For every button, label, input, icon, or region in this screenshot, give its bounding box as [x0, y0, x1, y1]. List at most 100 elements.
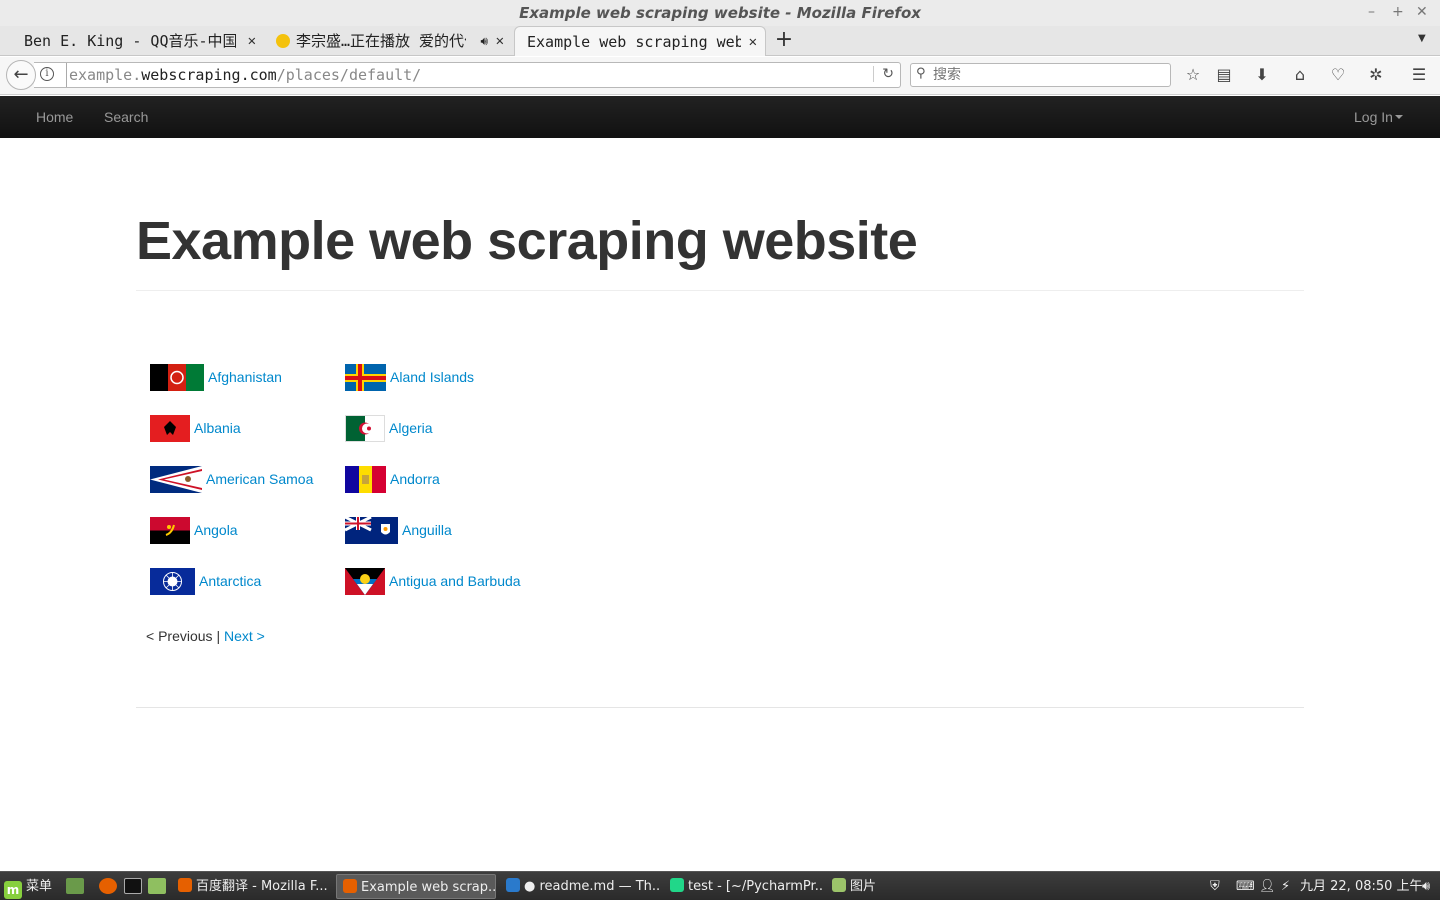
- tab-playing[interactable]: 李宗盛…正在播放 爱的代价 🔊︎ ✕: [264, 26, 512, 56]
- files-launcher-icon[interactable]: [148, 878, 166, 894]
- vscode-icon: [506, 878, 520, 892]
- tab-label: Ben E. King - QQ音乐-中国: [24, 32, 236, 50]
- address-bar[interactable]: i example.webscraping.com/places/default…: [34, 62, 901, 88]
- country-link[interactable]: Angola: [194, 522, 238, 538]
- task-label: 图片: [850, 879, 877, 894]
- start-menu-button[interactable]: m 菜单: [4, 872, 52, 901]
- country-link[interactable]: Anguilla: [402, 522, 452, 538]
- task-pictures-folder[interactable]: 图片: [826, 874, 986, 899]
- mint-logo-icon: m: [4, 881, 22, 899]
- home-icon[interactable]: ⌂: [1289, 65, 1311, 84]
- task-label: 百度翻译 - Mozilla F...: [196, 879, 328, 894]
- task-label: ● readme.md — Th...: [524, 879, 660, 894]
- extension-icon[interactable]: ✲: [1365, 65, 1387, 84]
- url-text[interactable]: example.webscraping.com/places/default/: [66, 63, 421, 87]
- country-link[interactable]: Albania: [194, 420, 241, 436]
- tab-qq-music[interactable]: Ben E. King - QQ音乐-中国 ✕: [12, 26, 264, 56]
- maximize-icon[interactable]: +: [1392, 4, 1404, 20]
- flag-afghanistan-icon[interactable]: [150, 363, 204, 391]
- firefox-icon: [343, 879, 357, 893]
- start-menu-label: 菜单: [26, 879, 53, 894]
- volume-icon[interactable]: 🔊︎: [1422, 872, 1430, 901]
- country-link[interactable]: Antarctica: [199, 573, 261, 589]
- nav-search-link[interactable]: Search: [104, 96, 148, 138]
- country-item-american-samoa: American Samoa: [150, 465, 313, 493]
- close-tab-icon[interactable]: ✕: [248, 26, 256, 56]
- terminal-launcher-icon[interactable]: [124, 878, 142, 894]
- next-page-link[interactable]: Next >: [224, 628, 265, 644]
- tab-list-dropdown-icon[interactable]: ▼: [1418, 33, 1426, 44]
- pager-separator: |: [216, 628, 221, 644]
- task-example-website[interactable]: Example web scrap...: [336, 874, 496, 899]
- task-vscode-readme[interactable]: ● readme.md — Th...: [500, 874, 660, 899]
- task-baidu-translate[interactable]: 百度翻译 - Mozilla F...: [172, 874, 332, 899]
- task-pycharm[interactable]: test - [~/PycharmPr...: [664, 874, 824, 899]
- bookmark-star-icon[interactable]: ☆: [1182, 65, 1204, 84]
- country-link[interactable]: Algeria: [389, 420, 433, 436]
- pagination: < Previous | Next >: [146, 628, 265, 644]
- show-desktop-icon[interactable]: [66, 878, 84, 894]
- country-item-antigua-and-barbuda: Antigua and Barbuda: [345, 567, 521, 595]
- nav-home-link[interactable]: Home: [36, 96, 73, 138]
- network-icon[interactable]: ⚡︎: [1281, 872, 1290, 901]
- login-label: Log In: [1354, 109, 1393, 125]
- country-item-albania: Albania: [150, 414, 241, 442]
- tab-example-site[interactable]: Example web scraping website ✕: [514, 26, 766, 56]
- country-item-algeria: Algeria: [345, 414, 433, 442]
- close-tab-icon[interactable]: ✕: [496, 26, 504, 56]
- pycharm-icon: [670, 878, 684, 892]
- country-link[interactable]: Afghanistan: [208, 369, 282, 385]
- flag-american-samoa-icon[interactable]: [150, 465, 202, 493]
- close-window-icon[interactable]: ✕: [1416, 4, 1428, 20]
- country-link[interactable]: Antigua and Barbuda: [389, 573, 521, 589]
- country-link[interactable]: American Samoa: [206, 471, 313, 487]
- flag-aland-islands-icon[interactable]: [345, 363, 386, 391]
- search-box[interactable]: ⚲: [910, 63, 1171, 87]
- new-tab-button[interactable]: +: [774, 26, 794, 56]
- previous-page-label: < Previous: [146, 628, 213, 644]
- flag-albania-icon[interactable]: [150, 414, 190, 442]
- tab-strip: Ben E. King - QQ音乐-中国 ✕ 李宗盛…正在播放 爱的代价 🔊︎…: [0, 26, 1440, 56]
- bookmarks-list-icon[interactable]: ▤: [1213, 65, 1235, 84]
- minimize-icon[interactable]: –: [1368, 4, 1375, 20]
- flag-antarctica-icon[interactable]: [150, 567, 195, 595]
- country-item-aland-islands: Aland Islands: [345, 363, 474, 391]
- flag-andorra-icon[interactable]: [345, 465, 386, 493]
- country-link[interactable]: Aland Islands: [390, 369, 474, 385]
- user-icon[interactable]: 👤︎: [1259, 872, 1276, 901]
- back-button[interactable]: ←: [6, 60, 36, 90]
- search-icon: ⚲: [916, 66, 926, 81]
- pocket-icon[interactable]: ♡: [1327, 65, 1349, 84]
- login-dropdown[interactable]: Log In: [1354, 96, 1403, 138]
- url-domain: webscraping.com: [141, 66, 277, 84]
- downloads-icon[interactable]: ⬇: [1251, 65, 1273, 84]
- hamburger-menu-icon[interactable]: ☰: [1408, 65, 1430, 84]
- flag-angola-icon[interactable]: [150, 516, 190, 544]
- flag-antigua-and-barbuda-icon[interactable]: [345, 567, 385, 595]
- firefox-launcher-icon[interactable]: [99, 878, 117, 894]
- window-titlebar: Example web scraping website - Mozilla F…: [0, 0, 1440, 26]
- tab-label: 李宗盛…正在播放 爱的代价: [296, 32, 466, 50]
- reload-icon[interactable]: ↻: [873, 66, 894, 82]
- country-link[interactable]: Andorra: [390, 471, 440, 487]
- keyboard-icon[interactable]: ⌨: [1236, 872, 1255, 901]
- page-title: Example web scraping website: [136, 211, 918, 271]
- url-path: /places/default/: [276, 66, 422, 84]
- speaker-icon[interactable]: 🔊︎: [480, 26, 488, 56]
- country-item-andorra: Andorra: [345, 465, 440, 493]
- search-input[interactable]: [933, 65, 1163, 85]
- country-item-antarctica: Antarctica: [150, 567, 261, 595]
- url-subdomain: example.: [69, 66, 142, 84]
- site-navbar: Home Search Log In: [0, 96, 1440, 138]
- close-tab-icon[interactable]: ✕: [749, 27, 757, 56]
- task-label: Example web scrap...: [361, 880, 496, 895]
- shield-icon[interactable]: ⛨: [1210, 872, 1220, 901]
- divider: [136, 290, 1304, 291]
- window-title: Example web scraping website - Mozilla F…: [519, 4, 921, 22]
- flag-algeria-icon[interactable]: [345, 414, 385, 442]
- site-info-icon[interactable]: i: [40, 67, 54, 81]
- flag-anguilla-icon[interactable]: [345, 516, 398, 544]
- country-item-afghanistan: Afghanistan: [150, 363, 282, 391]
- folder-icon: [832, 878, 846, 892]
- clock[interactable]: 九月 22, 08:50 上午: [1300, 872, 1423, 901]
